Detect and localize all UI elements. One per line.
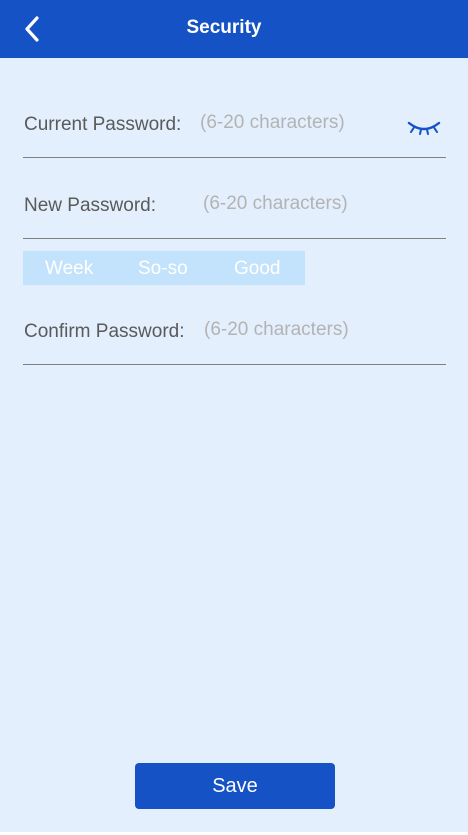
strength-level-so-so: So-so [138,258,188,279]
current-password-label: Current Password: [24,114,182,135]
current-password-row: Current Password: [23,108,446,158]
current-password-underline [23,157,446,158]
eye-closed-icon [407,121,441,135]
current-password-input[interactable] [200,109,400,137]
save-button[interactable]: Save [135,763,335,809]
new-password-label: New Password: [24,195,156,216]
password-visibility-toggle[interactable] [406,116,442,140]
confirm-password-label: Confirm Password: [24,321,185,342]
confirm-password-row: Confirm Password: [23,315,446,365]
confirm-password-underline [23,364,446,365]
confirm-password-input[interactable] [204,316,434,344]
page-title: Security [186,17,262,38]
password-strength-bar: Week So-so Good [23,251,305,285]
new-password-row: New Password: [23,189,446,239]
new-password-input[interactable] [203,190,433,218]
strength-level-good: Good [234,258,281,279]
strength-level-week: Week [45,258,94,279]
security-page: Security Current Password: New Password:… [0,0,468,835]
new-password-underline [23,238,446,239]
header-bar: Security [0,0,468,58]
